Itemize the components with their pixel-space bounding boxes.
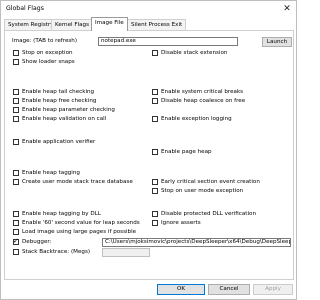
checkbox-box[interactable] bbox=[13, 249, 19, 255]
checkbox-box[interactable] bbox=[152, 50, 158, 56]
checkbox-box[interactable] bbox=[152, 188, 158, 194]
app-verifier-checkbox[interactable]: Enable application verifier bbox=[13, 139, 95, 145]
window-title: Global Flags bbox=[6, 5, 44, 12]
global-flags-window: Global Flags ✕ System Registry Kernel Fl… bbox=[0, 0, 297, 300]
heap-tagging-dll-checkbox[interactable]: Enable heap tagging by DLL bbox=[13, 211, 101, 217]
checkbox-box[interactable] bbox=[152, 220, 158, 226]
checkbox-box[interactable] bbox=[152, 149, 158, 155]
show-loader-snaps-checkbox[interactable]: Show loader snaps bbox=[13, 59, 75, 65]
close-icon[interactable]: ✕ bbox=[281, 3, 293, 15]
ignore-asserts-checkbox[interactable]: Ignore asserts bbox=[152, 220, 201, 226]
checkbox-box[interactable] bbox=[13, 139, 19, 145]
checkbox-box[interactable] bbox=[13, 211, 19, 217]
checkbox-box[interactable] bbox=[13, 107, 19, 113]
heap-param-checkbox[interactable]: Enable heap parameter checking bbox=[13, 107, 115, 113]
tab-image-file[interactable]: Image File bbox=[91, 17, 128, 31]
debugger-checkbox[interactable]: Debugger: bbox=[13, 237, 51, 245]
checkbox-box[interactable] bbox=[13, 237, 19, 245]
checkbox-box[interactable] bbox=[13, 116, 19, 122]
disable-heap-coalesce-checkbox[interactable]: Disable heap coalesce on free bbox=[152, 98, 245, 104]
checkbox-box[interactable] bbox=[13, 50, 19, 56]
image-label: Image: (TAB to refresh) bbox=[12, 38, 78, 44]
heap-validation-checkbox[interactable]: Enable heap validation on call bbox=[13, 116, 106, 122]
heap-tail-checkbox[interactable]: Enable heap tail checking bbox=[13, 89, 94, 95]
title-bar: Global Flags ✕ bbox=[1, 1, 296, 17]
checkbox-box[interactable] bbox=[13, 59, 19, 65]
early-critical-section-checkbox[interactable]: Early critical section event creation bbox=[152, 179, 260, 185]
image-input[interactable]: notepad.exe bbox=[98, 37, 238, 46]
disable-protected-dll-checkbox[interactable]: Disable protected DLL verification bbox=[152, 211, 256, 217]
heap-tagging-checkbox[interactable]: Enable heap tagging bbox=[13, 170, 80, 176]
checkbox-box[interactable] bbox=[13, 98, 19, 104]
leap-seconds-checkbox[interactable]: Enable '60' second value for leap second… bbox=[13, 220, 140, 226]
page-heap-checkbox[interactable]: Enable page heap bbox=[152, 149, 212, 155]
stop-on-exception-checkbox[interactable]: Stop on exception bbox=[13, 50, 73, 56]
checkbox-box[interactable] bbox=[152, 179, 158, 185]
disable-stack-extension-checkbox[interactable]: Disable stack extension bbox=[152, 50, 227, 56]
checkbox-box[interactable] bbox=[13, 179, 19, 185]
checkbox-box[interactable] bbox=[13, 229, 19, 235]
stack-backtrace-input bbox=[102, 248, 150, 257]
debugger-path-input[interactable]: C:\Users\mjoksimovic\projects\DeepSleepe… bbox=[102, 238, 291, 247]
apply-button[interactable]: Apply bbox=[253, 284, 293, 295]
checkbox-box[interactable] bbox=[152, 211, 158, 217]
stop-user-mode-exception-checkbox[interactable]: Stop on user mode exception bbox=[152, 188, 243, 194]
checkbox-box[interactable] bbox=[13, 89, 19, 95]
checkbox-box[interactable] bbox=[152, 116, 158, 122]
checkbox-box[interactable] bbox=[13, 220, 19, 226]
heap-free-checkbox[interactable]: Enable heap free checking bbox=[13, 98, 96, 104]
large-pages-checkbox[interactable]: Load image using large pages if possible bbox=[13, 229, 136, 235]
system-critical-breaks-checkbox[interactable]: Enable system critical breaks bbox=[152, 89, 243, 95]
checkbox-box[interactable] bbox=[152, 98, 158, 104]
tab-strip: System Registry Kernel Flags Image File … bbox=[1, 17, 296, 31]
exception-logging-checkbox[interactable]: Enable exception logging bbox=[152, 116, 232, 122]
image-file-panel: Image: (TAB to refresh) notepad.exe Laun… bbox=[4, 30, 294, 280]
launch-button[interactable]: Launch bbox=[262, 37, 292, 47]
user-mode-stack-trace-checkbox[interactable]: Create user mode stack trace database bbox=[13, 179, 133, 185]
cancel-button[interactable]: Cancel bbox=[208, 284, 250, 295]
checkbox-box[interactable] bbox=[13, 170, 19, 176]
checkbox-box[interactable] bbox=[152, 89, 158, 95]
ok-button[interactable]: OK bbox=[157, 284, 205, 295]
stack-backtrace-checkbox[interactable]: Stack Backtrace: (Megs) bbox=[13, 249, 90, 255]
